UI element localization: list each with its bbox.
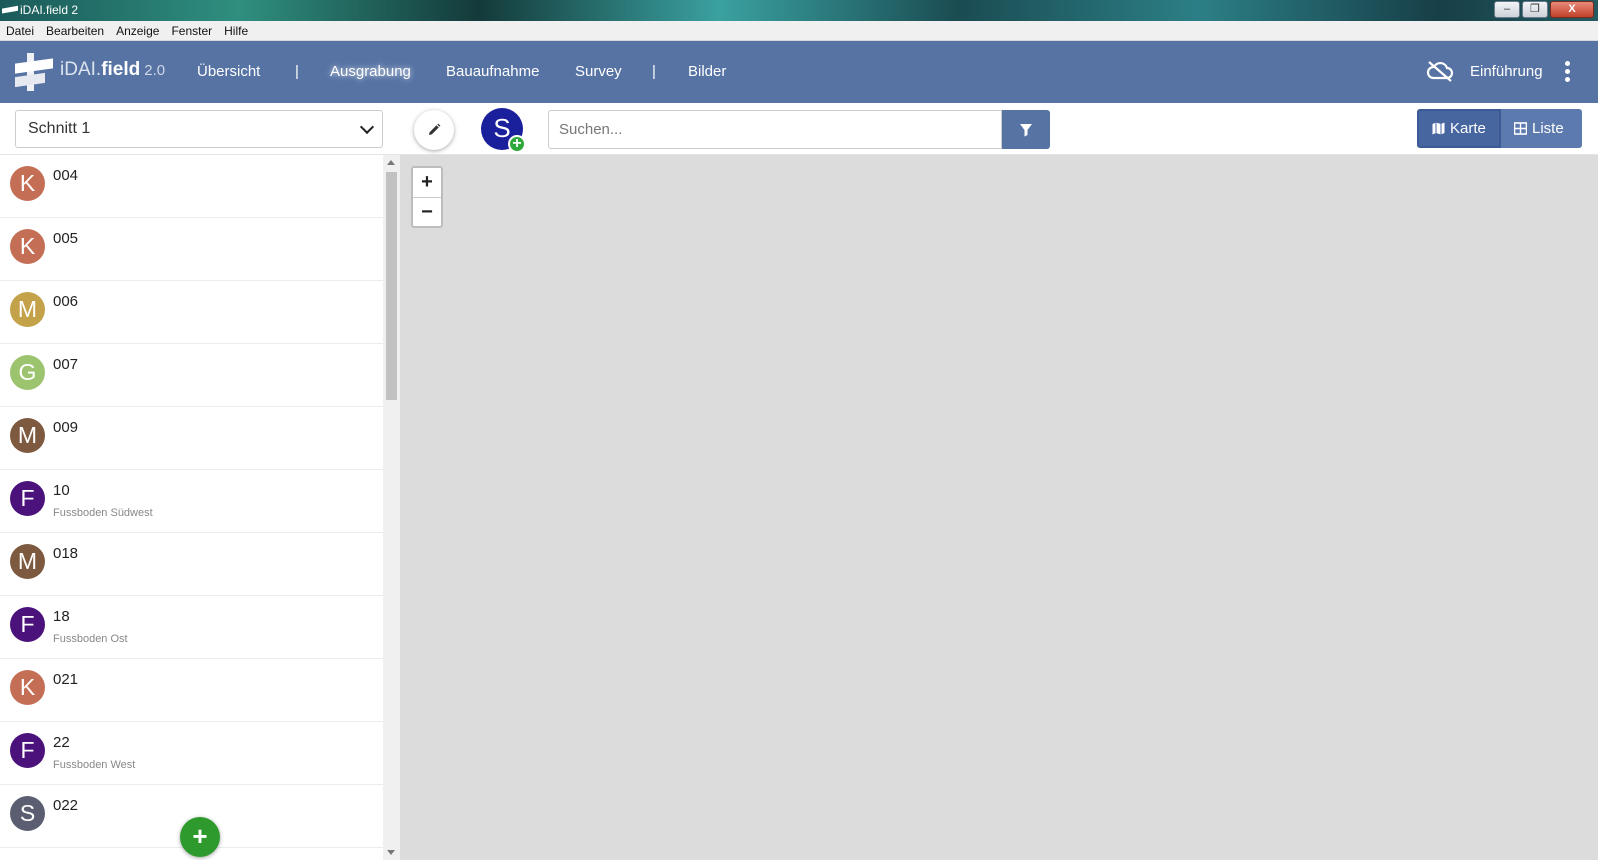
resource-identifier: 007: [53, 356, 79, 373]
resource-identifier: 22: [53, 734, 70, 751]
resource-identifier: 021: [53, 671, 79, 688]
list-item[interactable]: M 006: [0, 281, 383, 344]
list-item[interactable]: M 009: [0, 407, 383, 470]
nav-survey[interactable]: Survey: [575, 63, 622, 80]
resource-short-description: Fussboden Ost: [53, 633, 128, 645]
zoom-out-button[interactable]: −: [413, 197, 441, 226]
pencil-icon: [429, 123, 441, 135]
list-item[interactable]: F 22 Fussboden West: [0, 722, 383, 785]
resource-identifier: 18: [53, 608, 70, 625]
resource-identifier: 005: [53, 230, 79, 247]
chevron-down-icon: [359, 119, 375, 135]
map-icon: [1432, 122, 1445, 135]
idai-field-logo-icon: [15, 51, 55, 91]
scroll-down-icon[interactable]: [387, 850, 395, 855]
resource-short-description: Fussboden West: [53, 759, 136, 771]
menu-bar: Datei Bearbeiten Anzeige Fenster Hilfe: [0, 21, 1598, 41]
nav-uebersicht[interactable]: Übersicht: [197, 63, 260, 80]
nav-bilder[interactable]: Bilder: [688, 63, 726, 80]
filter-button[interactable]: [1002, 110, 1050, 149]
resource-short-description: Fussboden Südwest: [53, 507, 153, 519]
type-avatar: F: [10, 733, 45, 768]
type-avatar: K: [10, 166, 45, 201]
nav-separator: |: [295, 63, 299, 80]
resource-identifier: 004: [53, 167, 79, 184]
type-avatar: G: [10, 355, 45, 390]
type-avatar: K: [10, 229, 45, 264]
menu-hilfe[interactable]: Hilfe: [224, 24, 248, 38]
resource-identifier: 10: [53, 482, 70, 499]
menu-fenster[interactable]: Fenster: [171, 24, 212, 38]
resource-identifier: 022: [53, 797, 79, 814]
resource-identifier: 006: [53, 293, 79, 310]
close-button[interactable]: X: [1550, 1, 1594, 18]
nav-bauaufnahme[interactable]: Bauaufnahme: [446, 63, 539, 80]
type-avatar: M: [10, 418, 45, 453]
operation-select-value: Schnitt 1: [28, 120, 91, 137]
window-title: iDAI.field 2: [20, 3, 79, 17]
more-menu-icon[interactable]: [1565, 61, 1571, 83]
map-view-button[interactable]: Karte: [1417, 109, 1501, 148]
type-avatar: K: [10, 670, 45, 705]
toolbar: Schnitt 1 S + Karte Liste: [0, 103, 1598, 155]
type-avatar: S: [10, 796, 45, 831]
menu-datei[interactable]: Datei: [6, 24, 34, 38]
list-item[interactable]: M 018: [0, 533, 383, 596]
nav-ausgrabung[interactable]: Ausgrabung: [330, 63, 411, 80]
list-view-button[interactable]: Liste: [1501, 109, 1582, 148]
menu-anzeige[interactable]: Anzeige: [116, 24, 159, 38]
minimize-button[interactable]: –: [1494, 1, 1520, 18]
scrollbar-thumb[interactable]: [386, 172, 397, 400]
cloud-offline-icon[interactable]: [1426, 59, 1454, 83]
search-input[interactable]: [548, 110, 1002, 149]
intro-link[interactable]: Einführung: [1470, 63, 1543, 80]
type-avatar: M: [10, 544, 45, 579]
zoom-control: + −: [411, 166, 443, 228]
nav-separator: |: [652, 63, 656, 80]
add-resource-button[interactable]: +: [180, 817, 220, 857]
list-item[interactable]: F 18 Fussboden Ost: [0, 596, 383, 659]
list-scrollbar[interactable]: [383, 155, 400, 860]
window-titlebar: iDAI.field 2 – ❐ X: [0, 0, 1598, 21]
operation-select[interactable]: Schnitt 1: [15, 110, 383, 148]
type-avatar: F: [10, 481, 45, 516]
resource-identifier: 009: [53, 419, 79, 436]
resource-list: K 004 K 005 M 006 G 007 M 009 F 10 Fussb…: [0, 155, 383, 860]
main-navbar: iDAI.field 2.0 Übersicht | Ausgrabung Bau…: [0, 41, 1598, 103]
table-icon: [1514, 122, 1527, 135]
type-avatar: F: [10, 607, 45, 642]
menu-bearbeiten[interactable]: Bearbeiten: [46, 24, 104, 38]
maximize-button[interactable]: ❐: [1522, 1, 1548, 18]
list-item[interactable]: K 021: [0, 659, 383, 722]
zoom-in-button[interactable]: +: [413, 168, 441, 197]
scroll-up-icon[interactable]: [387, 160, 395, 165]
list-item[interactable]: K 005: [0, 218, 383, 281]
plus-icon: +: [508, 135, 526, 153]
new-operation-button[interactable]: S +: [481, 108, 526, 153]
list-item[interactable]: G 007: [0, 344, 383, 407]
list-item[interactable]: F 10 Fussboden Südwest: [0, 470, 383, 533]
list-item[interactable]: K 004: [0, 155, 383, 218]
resource-identifier: 018: [53, 545, 79, 562]
map-canvas[interactable]: [400, 155, 1598, 860]
type-avatar: M: [10, 292, 45, 327]
edit-operation-button[interactable]: [414, 110, 454, 150]
app-logo-icon: [2, 5, 18, 14]
brand: iDAI.field 2.0: [60, 59, 166, 80]
filter-icon: [1020, 123, 1032, 136]
